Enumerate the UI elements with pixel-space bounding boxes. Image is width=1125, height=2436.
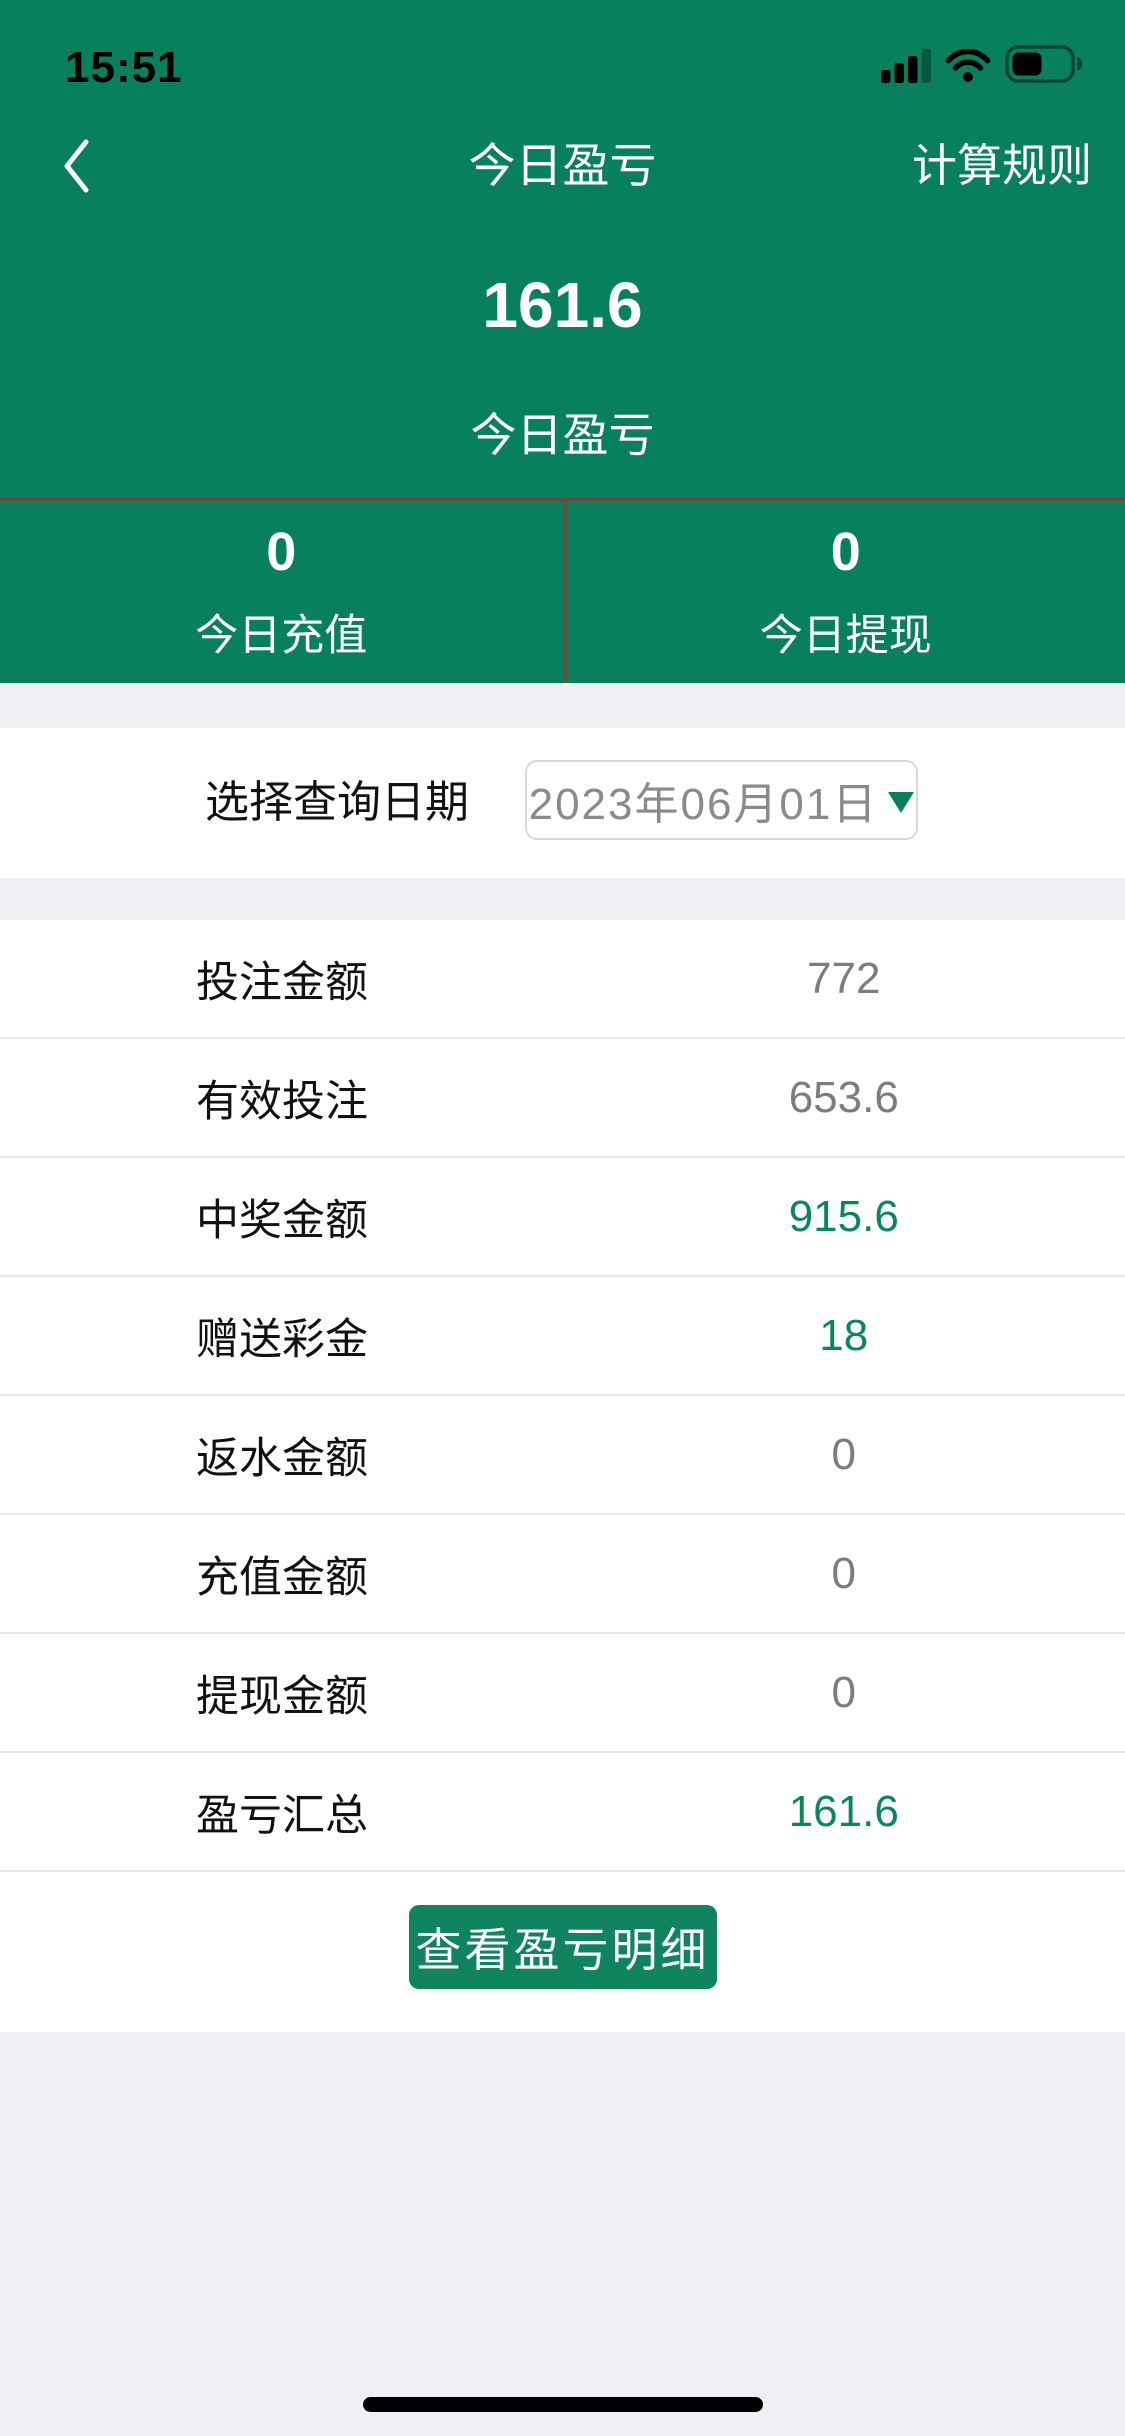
today-deposit-label: 今日充值 [195,612,368,660]
home-indicator[interactable] [362,2397,763,2412]
battery-icon [1005,45,1089,88]
date-select-dropdown[interactable]: 2023年06月01日 [525,760,918,840]
header: 15:51 今日盈亏 计算规则 161.6 今日盈亏 0 今日充值 0 今日提现 [0,0,1125,683]
status-icons [881,45,1089,88]
row-value: 161.6 [788,1786,899,1836]
section-spacer [0,683,1125,728]
row-label: 充值金额 [196,1553,368,1602]
back-chevron-icon [64,139,89,193]
table-row-profit-total: 盈亏汇总 161.6 [0,1753,1125,1872]
table-row-withdraw: 提现金额 0 [0,1634,1125,1753]
today-profit-value: 161.6 [482,269,643,341]
wifi-icon [945,48,991,88]
table-row-deposit: 充值金额 0 [0,1515,1125,1634]
profit-loss-screen: 15:51 今日盈亏 计算规则 161.6 今日盈亏 0 今日充值 0 今日提现… [0,0,1125,2436]
selected-date-value: 2023年06月01日 [528,780,879,829]
section-spacer [0,878,1125,920]
today-withdraw-cell: 0 今日提现 [562,501,1125,683]
table-row-valid-bet: 有效投注 653.6 [0,1039,1125,1158]
row-value: 0 [831,1667,856,1717]
status-bar: 15:51 [0,0,1125,96]
row-value: 18 [819,1310,869,1360]
table-row-win-amount: 中奖金额 915.6 [0,1158,1125,1277]
header-stats: 0 今日充值 0 今日提现 [0,497,1125,683]
today-withdraw-value: 0 [830,522,861,582]
calculation-rules-button[interactable]: 计算规则 [912,134,1092,198]
table-row-rebate: 返水金额 0 [0,1396,1125,1515]
table-row-bet-amount: 投注金额 772 [0,920,1125,1039]
today-withdraw-label: 今日提现 [759,612,932,660]
button-section: 查看盈亏明细 [0,1872,1125,2032]
row-label: 赠送彩金 [196,1315,368,1364]
nav-bar: 今日盈亏 计算规则 [0,134,1125,198]
row-value: 0 [831,1429,856,1479]
table-row-bonus: 赠送彩金 18 [0,1277,1125,1396]
row-value: 772 [807,953,881,1003]
back-button[interactable] [62,139,90,193]
row-value: 653.6 [788,1072,899,1122]
amount-table: 投注金额 772 有效投注 653.6 中奖金额 915.6 赠送彩金 18 返… [0,920,1125,1872]
date-picker-label: 选择查询日期 [205,778,469,827]
row-label: 投注金额 [196,958,368,1007]
cellular-signal-icon [881,49,931,88]
row-label: 有效投注 [196,1077,368,1126]
today-deposit-value: 0 [266,522,297,582]
today-deposit-cell: 0 今日充值 [0,501,563,683]
row-label: 中奖金额 [196,1196,368,1245]
date-picker-row: 选择查询日期 2023年06月01日 [0,728,1125,878]
view-profit-details-button[interactable]: 查看盈亏明细 [408,1905,717,1989]
row-label: 提现金额 [196,1672,368,1721]
today-profit-label: 今日盈亏 [470,409,655,461]
row-label: 返水金额 [196,1434,368,1483]
footer-area [0,2032,1125,2436]
row-value: 915.6 [788,1191,899,1241]
dropdown-caret-icon [888,791,915,813]
status-time: 15:51 [65,43,183,92]
row-value: 0 [831,1548,856,1598]
row-label: 盈亏汇总 [196,1791,368,1840]
